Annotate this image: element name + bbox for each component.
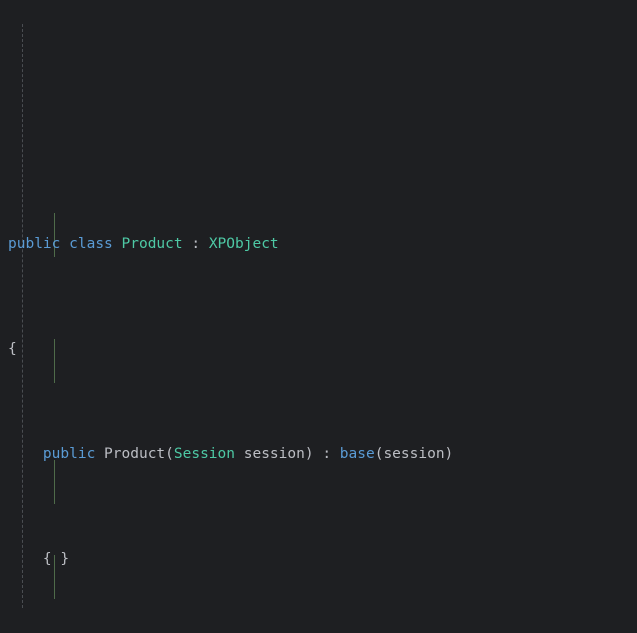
code-line-4[interactable]: { } <box>0 549 637 570</box>
token-ctor-product: Product <box>104 446 166 462</box>
code-editor[interactable]: public class Product : XPObject { public… <box>0 0 637 633</box>
token-open-paren: ( <box>165 446 174 462</box>
token-type-session: Session <box>173 446 235 462</box>
token-open-brace: { <box>8 341 17 357</box>
code-line-1[interactable]: public class Product : XPObject <box>0 234 637 255</box>
token-keyword-class: class <box>69 236 113 252</box>
token-param-session: session <box>243 446 305 462</box>
token-close-paren: ) <box>304 446 314 462</box>
token-colon: : <box>191 236 201 252</box>
token-type-product: Product <box>121 236 183 252</box>
indent-guide-level1 <box>22 24 23 608</box>
token-keyword-public: public <box>42 446 96 462</box>
token-arg-session: session <box>383 446 445 462</box>
code-content[interactable]: public class Product : XPObject { public… <box>0 0 637 633</box>
token-keyword-base: base <box>339 446 375 462</box>
code-line-3[interactable]: public Product(Session session) : base(s… <box>0 444 637 465</box>
token-empty-body: { } <box>42 551 70 567</box>
token-type-xpobject: XPObject <box>208 236 279 252</box>
token-close-paren: ) <box>444 446 454 462</box>
token-keyword-public: public <box>8 236 61 252</box>
code-line-2[interactable]: { <box>0 339 637 360</box>
indent-guide-description <box>54 460 55 504</box>
token-colon: : <box>322 446 332 462</box>
